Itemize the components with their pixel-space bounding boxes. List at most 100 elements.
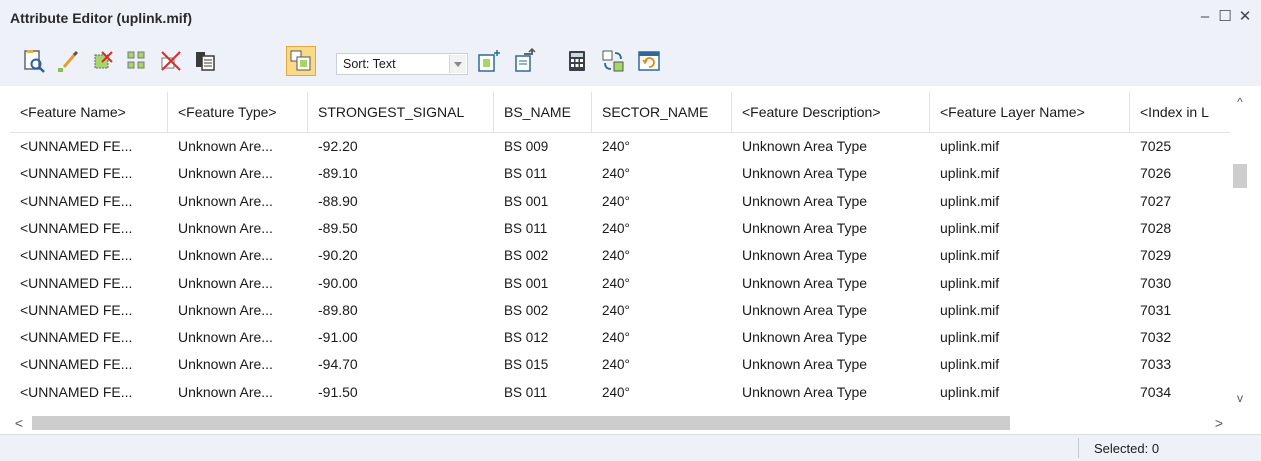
table-row[interactable]: <UNNAMED FE... Unknown Are... -91.00 BS 012… bbox=[10, 324, 1240, 351]
table-row[interactable]: <UNNAMED FE... Unknown Are... -90.00 BS 001… bbox=[10, 270, 1240, 297]
vertical-scrollbar[interactable]: ^ v bbox=[1230, 92, 1250, 408]
column-header-index-in-layer[interactable]: <Index in L bbox=[1130, 92, 1240, 132]
scroll-up-arrow-icon[interactable]: ^ bbox=[1230, 94, 1250, 110]
table-row[interactable]: <UNNAMED FE... Unknown Are... -89.10 BS 011… bbox=[10, 160, 1240, 187]
cell-index-in-layer[interactable]: 7028 bbox=[1130, 215, 1240, 242]
cell-index-in-layer[interactable]: 7034 bbox=[1130, 379, 1240, 406]
refresh-window-button[interactable] bbox=[634, 46, 664, 76]
find-feature-button[interactable] bbox=[20, 46, 50, 76]
cell-strongest-signal[interactable]: -94.70 bbox=[308, 351, 494, 378]
table-row[interactable]: <UNNAMED FE... Unknown Are... -89.50 BS 011… bbox=[10, 215, 1240, 242]
cell-index-in-layer[interactable]: 7026 bbox=[1130, 160, 1240, 187]
cell-sector-name[interactable]: 240° bbox=[592, 160, 732, 187]
cell-feature-name[interactable]: <UNNAMED FE... bbox=[10, 324, 168, 351]
export-button[interactable] bbox=[510, 46, 540, 76]
cell-sector-name[interactable]: 240° bbox=[592, 297, 732, 324]
cell-feature-layer-name[interactable]: uplink.mif bbox=[930, 160, 1130, 187]
cell-sector-name[interactable]: 240° bbox=[592, 270, 732, 297]
cell-bs-name[interactable]: BS 001 bbox=[494, 188, 592, 215]
table-row[interactable]: <UNNAMED FE... Unknown Are... -89.80 BS 002… bbox=[10, 297, 1240, 324]
cell-sector-name[interactable]: 240° bbox=[592, 188, 732, 215]
cell-feature-type[interactable]: Unknown Are... bbox=[168, 160, 308, 187]
cell-feature-name[interactable]: <UNNAMED FE... bbox=[10, 270, 168, 297]
cell-index-in-layer[interactable]: 7031 bbox=[1130, 297, 1240, 324]
cell-index-in-layer[interactable]: 7033 bbox=[1130, 351, 1240, 378]
scroll-down-arrow-icon[interactable]: v bbox=[1230, 390, 1250, 406]
calculator-button[interactable] bbox=[562, 46, 592, 76]
cell-strongest-signal[interactable]: -88.90 bbox=[308, 188, 494, 215]
cell-feature-description[interactable]: Unknown Area Type bbox=[732, 270, 930, 297]
scroll-right-arrow-icon[interactable]: > bbox=[1210, 414, 1228, 432]
cell-sector-name[interactable]: 240° bbox=[592, 324, 732, 351]
scroll-left-arrow-icon[interactable]: < bbox=[10, 414, 28, 432]
column-header-feature-name[interactable]: <Feature Name> bbox=[10, 92, 168, 132]
cell-feature-description[interactable]: Unknown Area Type bbox=[732, 351, 930, 378]
cell-index-in-layer[interactable]: 7032 bbox=[1130, 324, 1240, 351]
chevron-down-icon[interactable] bbox=[449, 55, 466, 73]
cell-feature-name[interactable]: <UNNAMED FE... bbox=[10, 379, 168, 406]
cell-sector-name[interactable]: 240° bbox=[592, 133, 732, 160]
cell-bs-name[interactable]: BS 015 bbox=[494, 351, 592, 378]
cell-feature-type[interactable]: Unknown Are... bbox=[168, 270, 308, 297]
cell-feature-type[interactable]: Unknown Are... bbox=[168, 242, 308, 269]
clear-selection-button[interactable] bbox=[88, 46, 118, 76]
cell-bs-name[interactable]: BS 012 bbox=[494, 324, 592, 351]
cell-feature-layer-name[interactable]: uplink.mif bbox=[930, 242, 1130, 269]
cell-feature-description[interactable]: Unknown Area Type bbox=[732, 215, 930, 242]
cell-sector-name[interactable]: 240° bbox=[592, 242, 732, 269]
cell-sector-name[interactable]: 240° bbox=[592, 351, 732, 378]
cell-feature-layer-name[interactable]: uplink.mif bbox=[930, 324, 1130, 351]
cell-feature-description[interactable]: Unknown Area Type bbox=[732, 160, 930, 187]
horizontal-scrollbar[interactable]: < > bbox=[10, 412, 1232, 434]
cell-sector-name[interactable]: 240° bbox=[592, 379, 732, 406]
cell-sector-name[interactable]: 240° bbox=[592, 215, 732, 242]
cell-feature-description[interactable]: Unknown Area Type bbox=[732, 242, 930, 269]
cell-feature-name[interactable]: <UNNAMED FE... bbox=[10, 297, 168, 324]
column-header-strongest-signal[interactable]: STRONGEST_SIGNAL bbox=[308, 92, 494, 132]
cell-feature-name[interactable]: <UNNAMED FE... bbox=[10, 188, 168, 215]
cell-index-in-layer[interactable]: 7029 bbox=[1130, 242, 1240, 269]
cell-feature-layer-name[interactable]: uplink.mif bbox=[930, 188, 1130, 215]
cell-strongest-signal[interactable]: -91.00 bbox=[308, 324, 494, 351]
cell-feature-name[interactable]: <UNNAMED FE... bbox=[10, 133, 168, 160]
cell-bs-name[interactable]: BS 011 bbox=[494, 160, 592, 187]
cell-feature-type[interactable]: Unknown Are... bbox=[168, 215, 308, 242]
cell-bs-name[interactable]: BS 002 bbox=[494, 297, 592, 324]
cell-feature-layer-name[interactable]: uplink.mif bbox=[930, 270, 1130, 297]
maximize-button[interactable]: ☐ bbox=[1216, 8, 1234, 26]
cell-feature-name[interactable]: <UNNAMED FE... bbox=[10, 351, 168, 378]
cell-feature-description[interactable]: Unknown Area Type bbox=[732, 297, 930, 324]
minimize-button[interactable]: – bbox=[1196, 8, 1214, 26]
table-row[interactable]: <UNNAMED FE... Unknown Are... -90.20 BS 002… bbox=[10, 242, 1240, 269]
table-row[interactable]: <UNNAMED FE... Unknown Are... -92.20 BS 009… bbox=[10, 133, 1240, 160]
cell-bs-name[interactable]: BS 011 bbox=[494, 215, 592, 242]
vertical-scroll-thumb[interactable] bbox=[1233, 164, 1247, 188]
table-row[interactable]: <UNNAMED FE... Unknown Are... -94.70 BS 015… bbox=[10, 351, 1240, 378]
cell-strongest-signal[interactable]: -90.20 bbox=[308, 242, 494, 269]
swap-button[interactable] bbox=[598, 46, 628, 76]
horizontal-scroll-thumb[interactable] bbox=[32, 416, 1010, 430]
cell-feature-type[interactable]: Unknown Are... bbox=[168, 133, 308, 160]
cell-strongest-signal[interactable]: -90.00 bbox=[308, 270, 494, 297]
cell-feature-type[interactable]: Unknown Are... bbox=[168, 379, 308, 406]
cell-feature-name[interactable]: <UNNAMED FE... bbox=[10, 160, 168, 187]
cell-feature-description[interactable]: Unknown Area Type bbox=[732, 133, 930, 160]
column-header-bs-name[interactable]: BS_NAME bbox=[494, 92, 592, 132]
table-row[interactable]: <UNNAMED FE... Unknown Are... -88.90 BS 001… bbox=[10, 188, 1240, 215]
cell-feature-layer-name[interactable]: uplink.mif bbox=[930, 215, 1130, 242]
table-row[interactable]: <UNNAMED FE... Unknown Are... -91.50 BS 011… bbox=[10, 379, 1240, 406]
cell-feature-type[interactable]: Unknown Are... bbox=[168, 351, 308, 378]
cell-feature-type[interactable]: Unknown Are... bbox=[168, 188, 308, 215]
cell-bs-name[interactable]: BS 001 bbox=[494, 270, 592, 297]
add-column-button[interactable] bbox=[474, 46, 504, 76]
cell-index-in-layer[interactable]: 7025 bbox=[1130, 133, 1240, 160]
cell-feature-name[interactable]: <UNNAMED FE... bbox=[10, 215, 168, 242]
delete-button[interactable] bbox=[156, 46, 186, 76]
column-header-feature-description[interactable]: <Feature Description> bbox=[732, 92, 930, 132]
cell-strongest-signal[interactable]: -92.20 bbox=[308, 133, 494, 160]
cell-strongest-signal[interactable]: -91.50 bbox=[308, 379, 494, 406]
cell-index-in-layer[interactable]: 7027 bbox=[1130, 188, 1240, 215]
cell-feature-layer-name[interactable]: uplink.mif bbox=[930, 379, 1130, 406]
cell-bs-name[interactable]: BS 009 bbox=[494, 133, 592, 160]
cell-strongest-signal[interactable]: -89.50 bbox=[308, 215, 494, 242]
